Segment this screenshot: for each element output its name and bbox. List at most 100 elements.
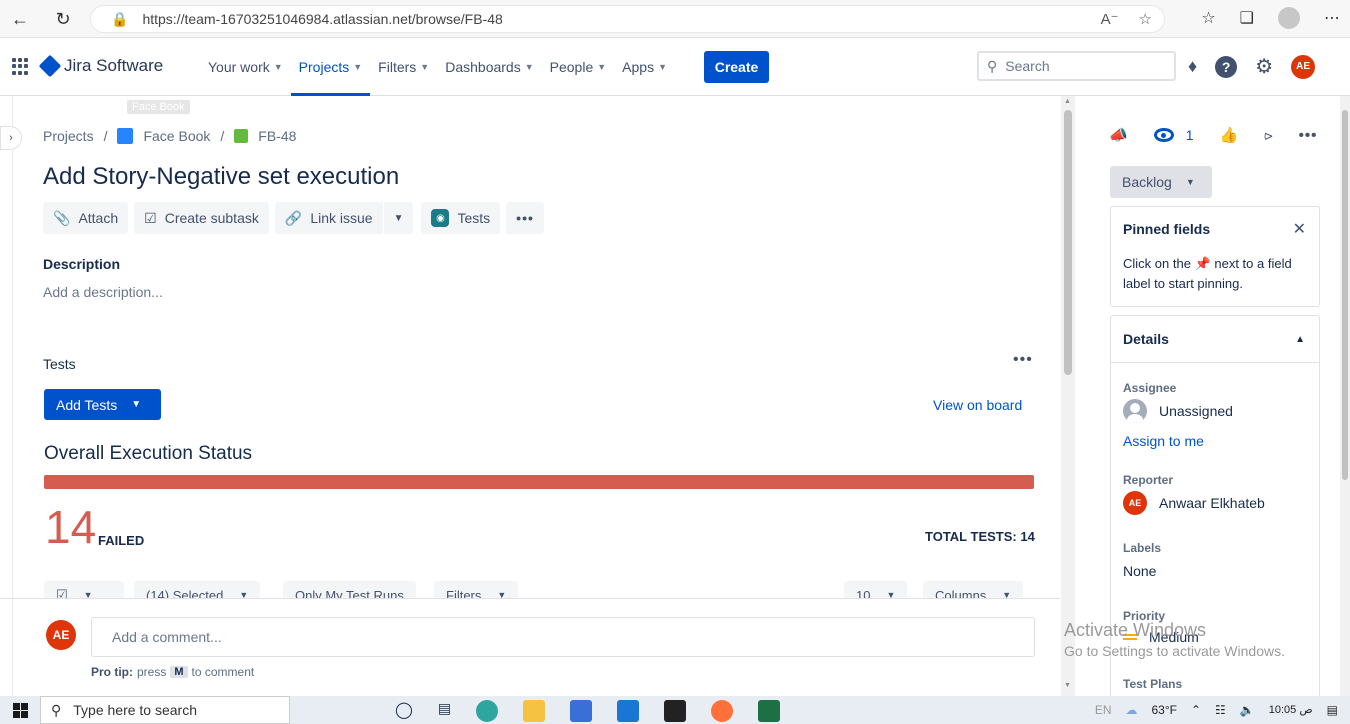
- nav-label: Your work: [208, 59, 270, 75]
- notifications-icon[interactable]: ♦: [1188, 56, 1197, 77]
- scroll-up-icon[interactable]: ▲: [1064, 98, 1071, 105]
- task-view-icon[interactable]: ◯: [395, 700, 413, 722]
- close-icon[interactable]: ✕: [1293, 219, 1306, 239]
- excel-icon[interactable]: [758, 700, 781, 722]
- nav-dashboards[interactable]: Dashboards ▼: [437, 38, 541, 96]
- jira-top-nav: Jira Software Your work ▼ Projects ▼ Filte…: [0, 38, 1350, 96]
- nav-projects[interactable]: Projects ▼: [290, 38, 371, 96]
- start-button[interactable]: [0, 696, 40, 724]
- address-bar[interactable]: 🔒 https://team-16703251046984.atlassian.…: [90, 5, 1165, 33]
- assignee-field[interactable]: Unassigned: [1123, 399, 1233, 423]
- link-issue-dropdown[interactable]: ▼: [383, 202, 414, 234]
- app-switcher-icon[interactable]: [12, 58, 29, 75]
- nav-filters[interactable]: Filters ▼: [370, 38, 437, 96]
- pro-tip: Pro tip: press M to comment: [91, 665, 254, 679]
- share-icon[interactable]: ⪧: [1264, 127, 1272, 144]
- scroll-down-icon[interactable]: ▼: [1064, 682, 1071, 689]
- side-panel-scrollbar[interactable]: [1340, 96, 1350, 696]
- link-issue-button[interactable]: 🔗 Link issue: [274, 202, 383, 234]
- weather-icon[interactable]: ☁: [1125, 703, 1137, 717]
- taskbar-search[interactable]: ⚲ Type here to search: [40, 696, 290, 724]
- chevron-down-icon: ▼: [1185, 177, 1195, 187]
- browser-profile-avatar[interactable]: [1278, 7, 1300, 29]
- pinned-fields-card: Pinned fields ✕ Click on the 📌 next to a…: [1110, 206, 1320, 307]
- search-icon: ⚲: [51, 701, 62, 718]
- add-tests-label: Add Tests: [56, 396, 118, 413]
- read-aloud-icon[interactable]: A⁻: [1101, 10, 1119, 28]
- file-explorer-icon[interactable]: [523, 700, 546, 722]
- tests-button[interactable]: ◉ Tests: [421, 202, 501, 234]
- breadcrumb-issue[interactable]: FB-48: [258, 128, 296, 144]
- refresh-icon[interactable]: ↻: [51, 7, 75, 31]
- add-tests-button[interactable]: Add Tests ▼: [44, 389, 161, 420]
- nav-your-work[interactable]: Your work ▼: [200, 38, 291, 96]
- back-icon[interactable]: ←: [8, 7, 32, 31]
- content-divider: [0, 598, 1060, 599]
- attach-button[interactable]: 📎 Attach: [43, 202, 129, 234]
- issue-title[interactable]: Add Story-Negative set execution: [43, 163, 399, 191]
- view-on-board-link[interactable]: View on board: [933, 397, 1022, 413]
- filters-dropdown[interactable]: Filters ▼: [434, 581, 519, 599]
- test-plans-label: Test Plans: [1123, 677, 1183, 691]
- assign-to-me-link[interactable]: Assign to me: [1123, 433, 1204, 449]
- favorites-icon[interactable]: ☆: [1201, 8, 1215, 28]
- favorite-add-icon[interactable]: ☆: [1139, 10, 1152, 28]
- details-title: Details: [1123, 331, 1169, 347]
- select-all-checkbox[interactable]: ☑ ▼: [44, 581, 124, 599]
- reporter-field[interactable]: AE Anwaar Elkhateb: [1123, 491, 1265, 515]
- edge-icon[interactable]: [476, 700, 499, 722]
- watermark-title: Activate Windows: [1064, 620, 1207, 640]
- more-actions-button[interactable]: •••: [506, 202, 544, 234]
- temperature[interactable]: 63°F: [1151, 703, 1176, 717]
- store-icon[interactable]: [570, 700, 593, 722]
- execution-status-bar[interactable]: [44, 475, 1034, 489]
- chevron-up-icon[interactable]: ⌃: [1191, 703, 1201, 717]
- comment-input[interactable]: Add a comment...: [91, 617, 1035, 657]
- breadcrumb-projects[interactable]: Projects: [43, 128, 94, 144]
- pinned-desc-part: Click on the: [1123, 256, 1191, 271]
- language-indicator[interactable]: EN: [1095, 703, 1112, 717]
- widgets-icon[interactable]: ▤: [438, 700, 451, 722]
- issue-side-panel: 📣 1 👍 ⪧ ••• Backlog ▼ Pinned fields ✕ Cl…: [1075, 96, 1340, 705]
- jira-logo[interactable]: Jira Software: [38, 54, 164, 78]
- only-my-test-runs-toggle[interactable]: Only My Test Runs: [283, 581, 416, 599]
- expand-sidebar-icon[interactable]: ›: [0, 126, 22, 150]
- firefox-icon[interactable]: [711, 700, 734, 722]
- breadcrumb-project[interactable]: Face Book: [143, 128, 210, 144]
- notification-center-icon[interactable]: ▤: [1327, 703, 1338, 717]
- create-button[interactable]: Create: [704, 51, 769, 83]
- collections-icon[interactable]: ❏: [1240, 8, 1254, 28]
- settings-icon[interactable]: ⚙: [1255, 54, 1273, 79]
- selected-filter[interactable]: (14) Selected ▼: [134, 581, 261, 599]
- main-scrollbar[interactable]: ▲ ▼: [1061, 96, 1075, 696]
- labels-field[interactable]: None: [1123, 563, 1156, 579]
- mail-icon[interactable]: [617, 700, 640, 722]
- help-icon[interactable]: ?: [1215, 55, 1238, 78]
- nav-apps[interactable]: Apps ▼: [614, 38, 675, 96]
- search-input[interactable]: ⚲ Search: [977, 51, 1176, 81]
- clock[interactable]: 10:05 ص: [1269, 704, 1313, 717]
- project-icon: [117, 128, 134, 144]
- side-scroll-thumb[interactable]: [1342, 110, 1348, 480]
- jira-logo-text: Jira Software: [64, 56, 164, 75]
- browser-menu-icon[interactable]: ⋯: [1324, 8, 1340, 28]
- intellij-icon[interactable]: [664, 700, 687, 722]
- more-icon[interactable]: •••: [1299, 127, 1318, 144]
- watch-button[interactable]: 1: [1153, 127, 1193, 143]
- page-size-dropdown[interactable]: 10 ▼: [844, 581, 908, 599]
- feedback-megaphone-icon[interactable]: 📣: [1109, 126, 1128, 144]
- create-subtask-button[interactable]: ☑ Create subtask: [134, 202, 269, 234]
- columns-dropdown[interactable]: Columns ▼: [923, 581, 1024, 599]
- volume-icon[interactable]: 🔈: [1240, 703, 1255, 717]
- details-header[interactable]: Details ▲: [1111, 316, 1319, 363]
- status-dropdown[interactable]: Backlog ▼: [1110, 166, 1212, 198]
- network-icon[interactable]: ☷: [1215, 703, 1226, 717]
- chevron-down-icon: ▼: [658, 62, 667, 72]
- nav-people[interactable]: People ▼: [542, 38, 615, 96]
- user-avatar[interactable]: AE: [1291, 54, 1316, 79]
- unassigned-avatar: [1123, 399, 1147, 423]
- tests-more-icon[interactable]: •••: [1013, 351, 1033, 369]
- description-field[interactable]: Add a description...: [43, 284, 163, 300]
- scroll-thumb[interactable]: [1064, 110, 1072, 375]
- thumbs-up-icon[interactable]: 👍: [1219, 126, 1238, 144]
